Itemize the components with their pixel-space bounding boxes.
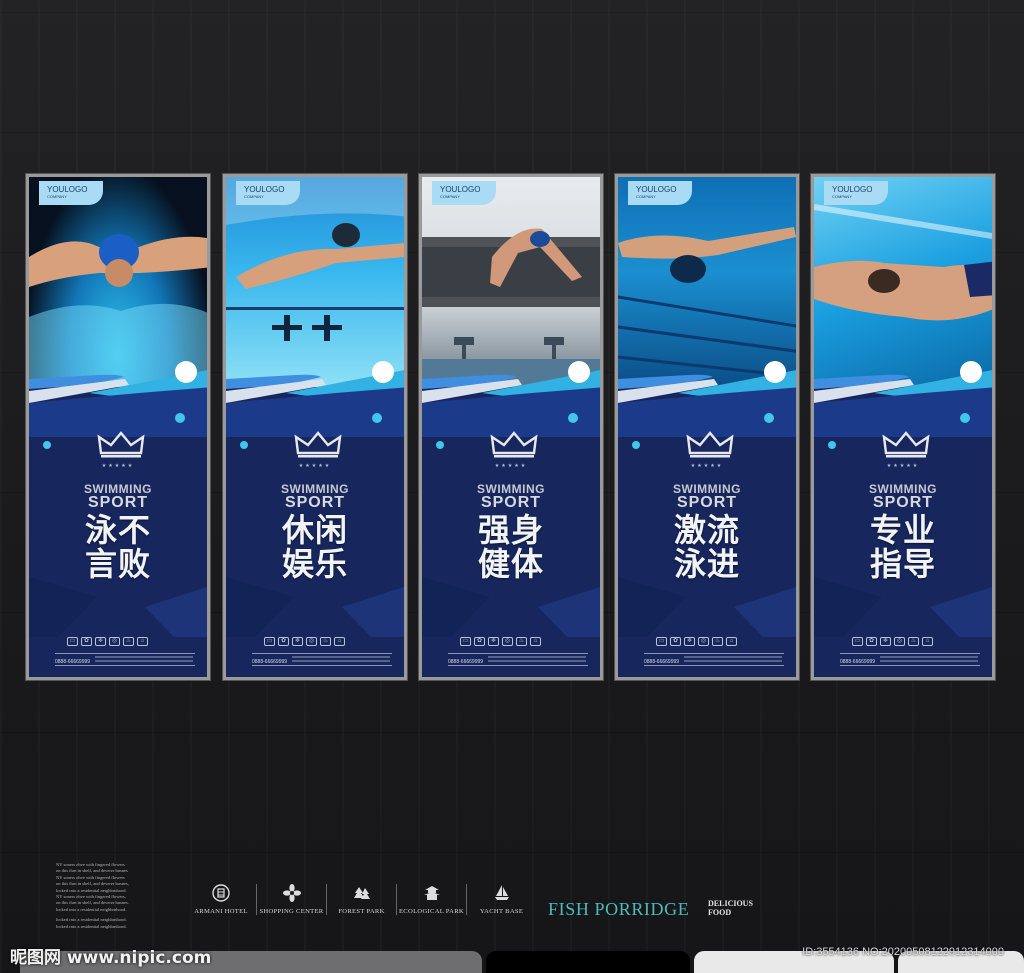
sailboat-icon: [494, 885, 509, 900]
poster-1: YOULOGO COMPANY ★★★★★ SWIMMING SPORT 泳不 言…: [25, 173, 211, 681]
brand-name: FOREST PARK: [338, 908, 385, 915]
slogan-line-2: 健体: [477, 545, 544, 583]
facility-icons: ▭ ✿ ❄ ◎ ♨ ⌂: [852, 637, 933, 646]
pagoda-icon: [423, 886, 440, 900]
contact-strip: 0888-66669999: [840, 653, 980, 666]
swimmer-photo: [814, 177, 992, 387]
company-logo: YOULOGO COMPANY: [432, 181, 496, 205]
slogan-line-2: 指导: [869, 545, 936, 583]
poster-2: YOULOGO COMPANY ★★★★★ SWIMMING SPORT 休闲 娱…: [222, 173, 408, 681]
slogan-line-2: 娱乐: [281, 545, 348, 583]
sport-label: SPORT: [480, 494, 542, 511]
poster-4: YOULOGO COMPANY ★★★★★ SWIMMING SPORT 激流 泳…: [614, 173, 800, 681]
facility-icons: ▭ ✿ ❄ ◎ ♨ ⌂: [264, 637, 345, 646]
slogan-line-2: 泳进: [673, 545, 740, 583]
swimmer-photo: [422, 177, 600, 387]
sport-label: SPORT: [87, 494, 149, 511]
company-logo: YOULOGO COMPANY: [628, 181, 692, 205]
rating-stars: ★★★★★: [494, 463, 528, 469]
facility-icons: ▭ ✿ ❄ ◎ ♨ ⌂: [67, 637, 148, 646]
flower-icon: [282, 884, 301, 902]
brand-name: YACHT BASE: [479, 908, 524, 915]
poster-3: YOULOGO COMPANY ★★★★★ SWIMMING SPORT 强身 健…: [418, 173, 604, 681]
brand-yacht-base: YACHT BASE: [466, 884, 536, 915]
slogan-line-1: 强身: [477, 511, 544, 549]
delicious-text: DELICIOUS: [708, 899, 753, 908]
contact-strip: 0888-66669999: [55, 653, 195, 666]
food-text: FOOD: [708, 908, 732, 917]
crown-icon: [490, 431, 538, 458]
sport-label: SPORT: [676, 494, 738, 511]
blurb-text: NY soners ohve with fingered flowers on …: [56, 862, 182, 930]
swimmer-photo: [226, 177, 404, 387]
contact-strip: 0888-66669999: [252, 653, 392, 666]
crown-icon: [294, 431, 342, 458]
brand-name: SHOPPING CENTER: [259, 908, 324, 915]
delicious-food-label: DELICIOUS FOOD: [708, 899, 753, 917]
blurb-line: locked rnto a residential neighbrnhood.: [56, 923, 127, 929]
swimmer-photo: [618, 177, 796, 387]
sport-label: SPORT: [284, 494, 346, 511]
tree-icon: [353, 887, 370, 899]
sport-label: SPORT: [872, 494, 934, 511]
brand-name: ECOLOGICAL PARK: [398, 908, 464, 915]
company-logo: YOULOGO COMPANY: [236, 181, 300, 205]
slogan-line-1: 泳不: [84, 511, 151, 549]
poster-set: YOULOGO COMPANY ★★★★★ SWIMMING SPORT 泳不 言…: [25, 173, 998, 681]
poster-5: YOULOGO COMPANY ★★★★★ SWIMMING SPORT 专业 指…: [810, 173, 996, 681]
blurb-line: locked into a residential neighbrnhood.: [56, 906, 127, 912]
image-id-label: ID:3554136 NO:20200508122912314000: [802, 946, 1004, 958]
contact-strip: 0888-66669999: [448, 653, 588, 666]
brand-name: ARMANI HOTEL: [194, 908, 248, 915]
slogan-line-1: 休闲: [281, 511, 348, 549]
slogan-line-2: 言败: [84, 545, 151, 583]
slogan-line-1: 激流: [673, 511, 740, 549]
building-icon: [212, 884, 230, 902]
rating-stars: ★★★★★: [690, 463, 724, 469]
site-watermark: 昵图网 www.nipic.com: [10, 948, 212, 968]
rating-stars: ★★★★★: [886, 463, 920, 469]
slogan-line-1: 专业: [869, 511, 936, 549]
crown-icon: [686, 431, 734, 458]
crown-icon: [97, 431, 145, 458]
fish-porridge-title: FISH PORRIDGE: [548, 899, 690, 919]
rating-stars: ★★★★★: [101, 463, 135, 469]
contact-strip: 0888-66669999: [644, 653, 784, 666]
facility-icons: ▭ ✿ ❄ ◎ ♨ ⌂: [460, 637, 541, 646]
brand-ecological-park: ECOLOGICAL PARK: [396, 884, 466, 915]
crown-icon: [882, 431, 930, 458]
brand-shopping-center: SHOPPING CENTER: [256, 884, 326, 915]
facility-icons: ▭ ✿ ❄ ◎ ♨ ⌂: [656, 637, 737, 646]
brand-armani-hotel: ARMANI HOTEL: [186, 884, 256, 915]
swimmer-photo: [29, 177, 207, 387]
company-logo: YOULOGO COMPANY: [39, 181, 103, 205]
brand-forest-park: FOREST PARK: [326, 884, 396, 915]
company-logo: YOULOGO COMPANY: [824, 181, 888, 205]
brand-row: ARMANI HOTEL SHOPPING CENTER FOREST PARK…: [186, 884, 536, 915]
rating-stars: ★★★★★: [298, 463, 332, 469]
